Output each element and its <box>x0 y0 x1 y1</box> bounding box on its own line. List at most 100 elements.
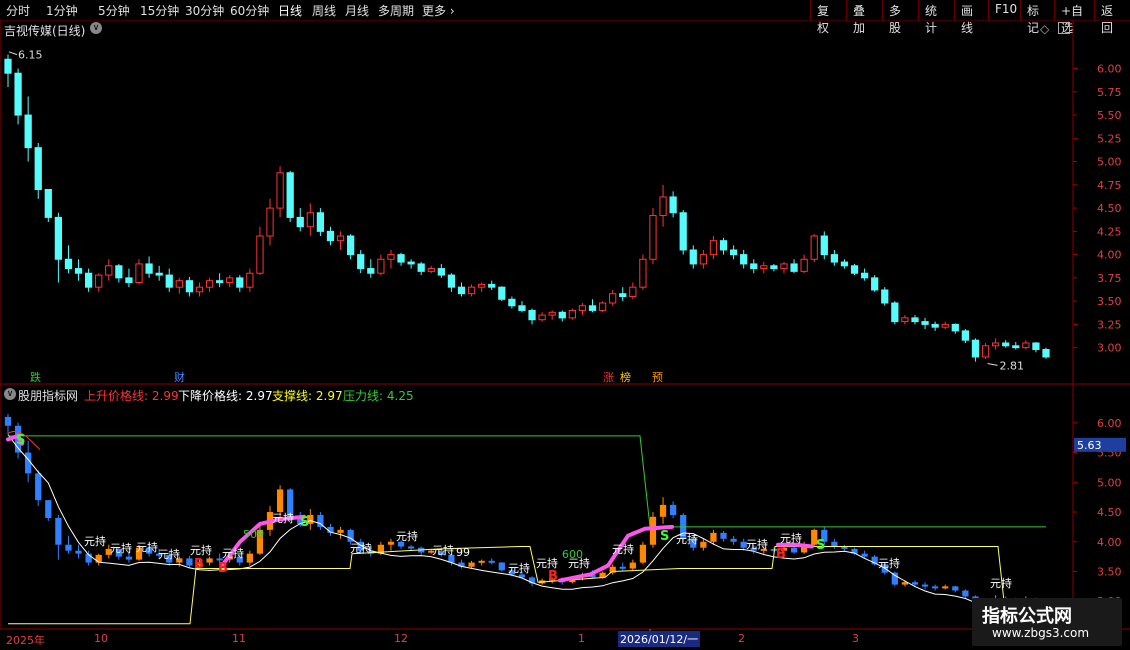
candle-body <box>649 215 657 260</box>
candle-body <box>397 254 405 263</box>
date-label-dec: 12 <box>394 632 408 645</box>
candle-body <box>457 286 466 295</box>
indicator-candle-body <box>649 516 657 545</box>
indicator-tick-label: 4.00 <box>1097 536 1122 549</box>
price-tick-label: 3.75 <box>1097 272 1122 285</box>
candle-body <box>709 240 718 256</box>
pressure-line <box>8 435 1046 528</box>
candle-body <box>155 272 163 276</box>
indicator-candle-body <box>206 558 213 563</box>
candle-body <box>800 258 808 272</box>
candle-body <box>981 345 990 358</box>
event-marker: 涨 <box>603 371 614 384</box>
indicator-candle-body <box>710 532 717 542</box>
price-tick-label: 4.00 <box>1097 249 1122 262</box>
hold-label: 元持 <box>676 532 698 546</box>
hold-label: 元持 <box>612 542 634 556</box>
candle-body <box>860 272 869 279</box>
candle-body <box>488 283 496 288</box>
indicator-candle-body <box>468 562 475 567</box>
candle-body <box>34 147 42 190</box>
hold-label: 元持 <box>272 511 294 525</box>
candle-body <box>508 298 516 307</box>
candle-body <box>961 330 970 341</box>
candle-body <box>538 314 546 321</box>
candle-body <box>578 305 587 311</box>
indicator-candle-body <box>478 560 485 563</box>
buy-signal: B <box>776 547 786 562</box>
candle-body <box>326 230 335 242</box>
indicator-candle-body <box>186 558 193 566</box>
buy-signal: B <box>218 561 228 576</box>
candle-body <box>236 277 244 288</box>
price-tick-label: 5.50 <box>1097 109 1122 122</box>
candle-body <box>286 172 294 218</box>
candle-body <box>336 235 345 242</box>
date-cursor-label: 2026/01/12/一 <box>618 631 701 647</box>
date-label-nov: 11 <box>232 632 246 645</box>
date-label-jan: 1 <box>578 632 585 645</box>
candle-body <box>770 265 778 270</box>
candle-body <box>84 272 93 288</box>
candle-body <box>447 274 456 288</box>
indicator-candle-body <box>4 416 12 426</box>
candle-body <box>750 263 758 270</box>
indicator-candle-body <box>891 572 898 585</box>
indicator-candle-body <box>629 562 636 569</box>
candle-body <box>216 280 224 284</box>
sell-signal: S <box>660 529 669 544</box>
indicator-candle-body <box>659 504 667 517</box>
indicator-tick-label: 4.50 <box>1097 506 1122 519</box>
kline-chart[interactable]: 6.00 5.75 5.50 5.25 5.00 4.75 4.50 4.25 4.00 3.75… <box>0 0 1130 650</box>
indicator-candle-body <box>599 572 606 578</box>
candle-body <box>911 317 919 323</box>
candle-body <box>598 302 607 311</box>
candle-body <box>367 268 375 274</box>
candle-body <box>478 283 486 288</box>
indicator-candle-body <box>932 586 939 589</box>
candle-body <box>619 293 627 297</box>
candle-body <box>840 261 849 267</box>
price-tick-label: 3.25 <box>1097 318 1122 331</box>
candle-body <box>991 342 1000 347</box>
candle-body <box>226 277 234 284</box>
candle-body <box>115 265 123 279</box>
candle-body <box>588 305 597 311</box>
candle-body <box>719 240 728 251</box>
price-tick-label: 5.25 <box>1097 132 1122 145</box>
candle-body <box>95 274 103 288</box>
indicator-candle-body <box>700 541 707 548</box>
indicator-candle-body <box>670 504 677 515</box>
indicator-candle-body <box>962 590 969 597</box>
candle-body <box>780 263 788 270</box>
hold-label: 元持 <box>536 556 558 570</box>
candle-body <box>427 268 435 272</box>
indicator-candle-body <box>730 538 737 542</box>
indicator-candle-body <box>720 532 727 539</box>
price-tick-label: 4.75 <box>1097 179 1122 192</box>
value-annotation: 509 <box>243 528 264 541</box>
price-tick-label: 3.00 <box>1097 342 1122 355</box>
indicator-candle-body <box>488 560 495 563</box>
candle-body <box>1042 349 1050 358</box>
indicator-tick-label: 3.50 <box>1097 566 1122 579</box>
indicator-candle-body <box>35 473 42 501</box>
indicator-candle-body <box>952 586 959 591</box>
candle-body <box>871 277 879 291</box>
candle-body <box>417 263 425 272</box>
high-price-label: 6.15 <box>18 49 43 62</box>
hold-label: 元持 <box>190 543 212 557</box>
low-price-label: 2.81 <box>1000 359 1024 372</box>
candle-body <box>951 323 959 332</box>
indicator-candle-body <box>125 556 133 560</box>
candle-body <box>669 196 677 214</box>
candle-body <box>568 309 576 319</box>
candle-body <box>296 216 304 228</box>
watermark-logo: 指标公式网 www.zbgs3.com <box>972 598 1122 646</box>
candle-body <box>881 289 889 304</box>
candle-body <box>558 311 566 319</box>
buy-signal: B <box>548 569 558 584</box>
price-tick-label: 5.00 <box>1097 156 1122 169</box>
indicator-tick-label: 5.00 <box>1097 476 1122 489</box>
candle-body <box>125 277 133 284</box>
